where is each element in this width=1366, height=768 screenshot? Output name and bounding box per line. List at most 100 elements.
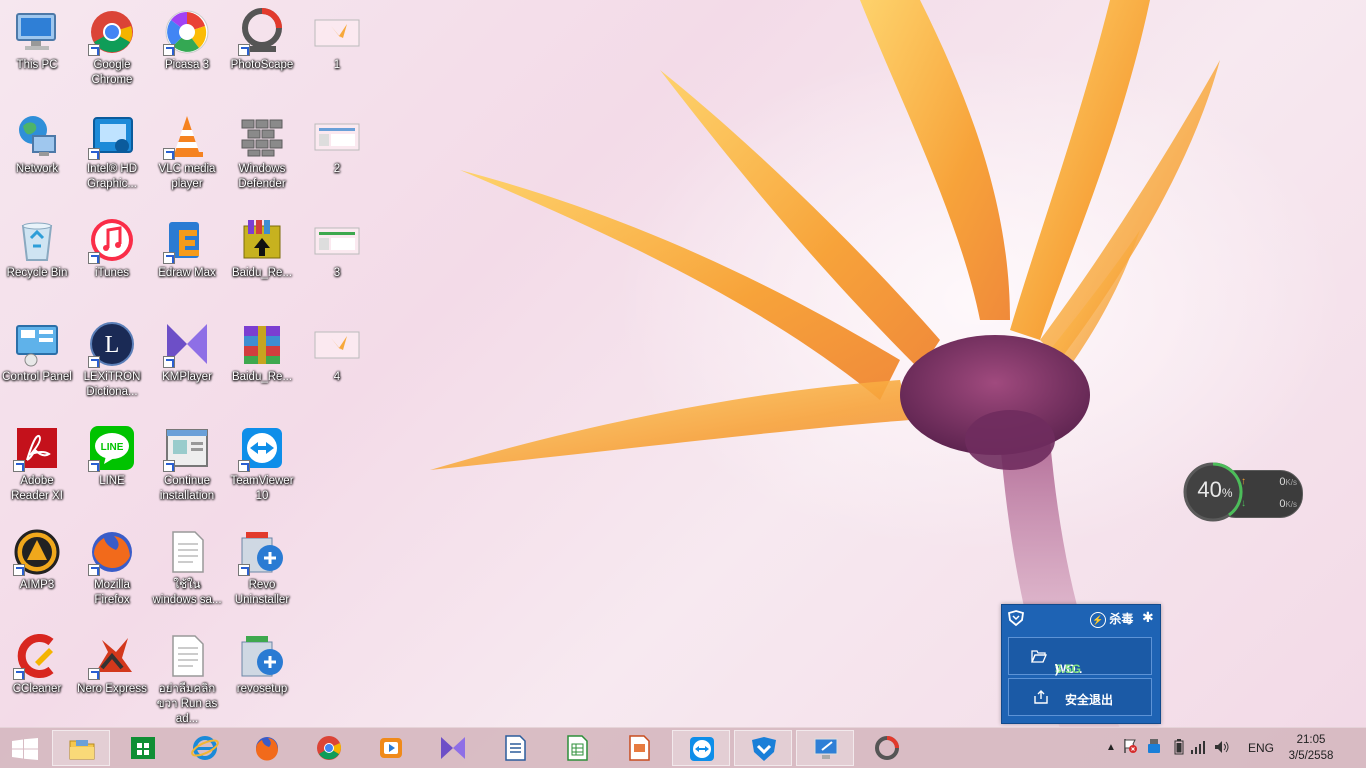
taskbar-photoscape[interactable] bbox=[858, 730, 916, 766]
kmplayer-icon bbox=[163, 320, 211, 368]
computer-icon bbox=[13, 8, 61, 56]
control-panel-icon bbox=[13, 320, 61, 368]
desktop-icon-label: CCleaner bbox=[12, 683, 62, 695]
desktop-icon-image-1[interactable]: 1 bbox=[300, 0, 374, 100]
network-speed-widget[interactable]: 40% ↑ 0K/s ↓ 0K/s bbox=[1183, 462, 1303, 524]
desktop-icon-itunes[interactable]: iTunes bbox=[75, 208, 149, 308]
desktop-icon-label: KMPlayer bbox=[162, 371, 212, 383]
desktop-icon-revo-uninstaller[interactable]: Revo Uninstaller bbox=[225, 520, 299, 620]
battery-icon[interactable] bbox=[1174, 739, 1184, 758]
desktop-icon-intel-graphics[interactable]: Intel® HD Graphic... bbox=[75, 104, 149, 204]
desktop-icon-continue-installation[interactable]: Continue installation bbox=[150, 416, 224, 516]
taskbar-firefox[interactable] bbox=[238, 730, 296, 766]
desktop-icon-label: Revo Uninstaller bbox=[234, 579, 290, 606]
taskbar-kmplayer[interactable] bbox=[424, 730, 482, 766]
nero-icon bbox=[88, 632, 136, 680]
popup-header: ⚡ 杀毒 ✱ bbox=[1002, 605, 1160, 631]
start-button[interactable] bbox=[0, 730, 50, 766]
desktop-icon-recycle-bin[interactable]: Recycle Bin bbox=[0, 208, 74, 308]
desktop-icon-revosetup[interactable]: revosetup bbox=[225, 624, 299, 724]
taskbar-internet-explorer[interactable] bbox=[176, 730, 234, 766]
taskbar-chrome[interactable] bbox=[300, 730, 358, 766]
desktop-icon-this-pc[interactable]: This PC bbox=[0, 0, 74, 100]
desktop-icon-image-3[interactable]: 3 bbox=[300, 208, 374, 308]
desktop-icon-nero-express[interactable]: Nero Express bbox=[75, 624, 149, 724]
desktop-icon-label: ใช้ใน windows sa... bbox=[152, 579, 222, 606]
show-hidden-icons-chevron-icon[interactable]: ▲ bbox=[1106, 742, 1116, 753]
edraw-icon bbox=[163, 216, 211, 264]
desktop-icon-label: LEXiTRON Dictiona... bbox=[83, 371, 141, 398]
action-center-flag-icon[interactable] bbox=[1122, 738, 1138, 757]
desktop-icon-edraw-max[interactable]: Edraw Max bbox=[150, 208, 224, 308]
desktop-icon-adobe-reader[interactable]: Adobe Reader XI bbox=[0, 416, 74, 516]
photoscape-icon bbox=[875, 736, 899, 760]
desktop-icon-label: Edraw Max bbox=[158, 267, 216, 279]
taskbar-antivirus[interactable] bbox=[734, 730, 792, 766]
desktop-icon-label: Mozilla Firefox bbox=[94, 579, 130, 606]
desktop-icon-line[interactable]: LINE LINE bbox=[75, 416, 149, 516]
media-player-icon bbox=[380, 738, 402, 758]
taskbar-impress[interactable] bbox=[610, 730, 668, 766]
picasa-icon bbox=[163, 8, 211, 56]
vlc-cone-icon bbox=[163, 112, 211, 160]
desktop-icons: This PC Network Recycle Bin Control Pane… bbox=[0, 0, 380, 728]
desktop-icon-picasa[interactable]: Picasa 3 bbox=[150, 0, 224, 100]
desktop-icon-label: Baidu_Re... bbox=[231, 371, 293, 383]
teamviewer-icon bbox=[238, 424, 286, 472]
clock-time: 21:05 bbox=[1296, 734, 1326, 746]
taskbar-media-player[interactable] bbox=[362, 730, 420, 766]
desktop-icon-aimp3[interactable]: AIMP3 bbox=[0, 520, 74, 620]
safe-eject-button[interactable]: 安全退出 bbox=[1008, 678, 1152, 716]
settings-gear-icon[interactable]: ✱ bbox=[1142, 609, 1154, 626]
desktop-icon-teamviewer[interactable]: TeamViewer 10 bbox=[225, 416, 299, 516]
desktop-icon-lexitron[interactable]: L LEXiTRON Dictiona... bbox=[75, 312, 149, 412]
desktop-icon-label: Recycle Bin bbox=[6, 267, 68, 279]
taskbar: ▲ ENG 21:05 3/5/2558 bbox=[0, 727, 1366, 768]
shield-icon bbox=[1008, 610, 1024, 626]
download-speed: 0K/s bbox=[1279, 498, 1297, 510]
clock[interactable]: 21:05 3/5/2558 bbox=[1276, 732, 1346, 764]
lexitron-icon: L bbox=[88, 320, 136, 368]
desktop-icon-text-file-1[interactable]: ใช้ใน windows sa... bbox=[150, 520, 224, 620]
taskbar-writer[interactable] bbox=[486, 730, 544, 766]
desktop-icon-ccleaner[interactable]: CCleaner bbox=[0, 624, 74, 724]
desktop-icon-google-chrome[interactable]: Google Chrome bbox=[75, 0, 149, 100]
text-document-icon bbox=[163, 528, 211, 576]
windows-logo-icon bbox=[12, 738, 38, 760]
desktop-icon-control-panel[interactable]: Control Panel bbox=[0, 312, 74, 412]
installer-box-icon bbox=[238, 216, 286, 264]
desktop-icon-mozilla-firefox[interactable]: Mozilla Firefox bbox=[75, 520, 149, 620]
volume-speaker-icon[interactable] bbox=[1214, 739, 1230, 758]
open-drive-button[interactable]: WO.. (G:3.5G) bbox=[1008, 637, 1152, 690]
input-language[interactable]: ENG bbox=[1248, 741, 1274, 755]
desktop-icon-image-2[interactable]: 2 bbox=[300, 104, 374, 204]
taskbar-remote-desktop[interactable] bbox=[796, 730, 854, 766]
taskbar-calc[interactable] bbox=[548, 730, 606, 766]
taskbar-teamviewer[interactable] bbox=[672, 730, 730, 766]
desktop-icon-windows-defender[interactable]: Windows Defender bbox=[225, 104, 299, 204]
desktop-icon-photoscape[interactable]: PhotoScape bbox=[225, 0, 299, 100]
upload-speed: 0K/s bbox=[1279, 476, 1297, 488]
desktop-icon-baidu-re-2[interactable]: Baidu_Re... bbox=[225, 312, 299, 412]
desktop-icon-baidu-re-1[interactable]: Baidu_Re... bbox=[225, 208, 299, 308]
desktop-icon-image-4[interactable]: 4 bbox=[300, 312, 374, 412]
shield-check-icon bbox=[752, 737, 776, 761]
taskbar-file-explorer[interactable] bbox=[52, 730, 110, 766]
wifi-signal-icon[interactable] bbox=[1190, 740, 1206, 757]
defender-wall-icon bbox=[238, 112, 286, 160]
desktop-icon-network[interactable]: Network bbox=[0, 104, 74, 204]
intel-graphics-icon bbox=[88, 112, 136, 160]
desktop-icon-label: 3 bbox=[333, 267, 341, 279]
recycle-bin-icon bbox=[13, 216, 61, 264]
usb-shield-tray-icon[interactable] bbox=[1146, 738, 1162, 757]
scan-button[interactable]: ⚡ 杀毒 bbox=[1090, 610, 1133, 628]
desktop-icon-text-file-2[interactable]: อย่าลืมคลิกขวา Run as ad... bbox=[150, 624, 224, 725]
desktop-icon-label: อย่าลืมคลิกขวา Run as ad... bbox=[156, 683, 218, 725]
taskbar-store[interactable] bbox=[114, 730, 172, 766]
desktop-icon-kmplayer[interactable]: KMPlayer bbox=[150, 312, 224, 412]
desktop-icon-label: Network bbox=[15, 163, 59, 175]
desktop-icon-vlc[interactable]: VLC media player bbox=[150, 104, 224, 204]
itunes-icon bbox=[88, 216, 136, 264]
internet-explorer-icon bbox=[191, 736, 219, 760]
firefox-icon bbox=[88, 528, 136, 576]
